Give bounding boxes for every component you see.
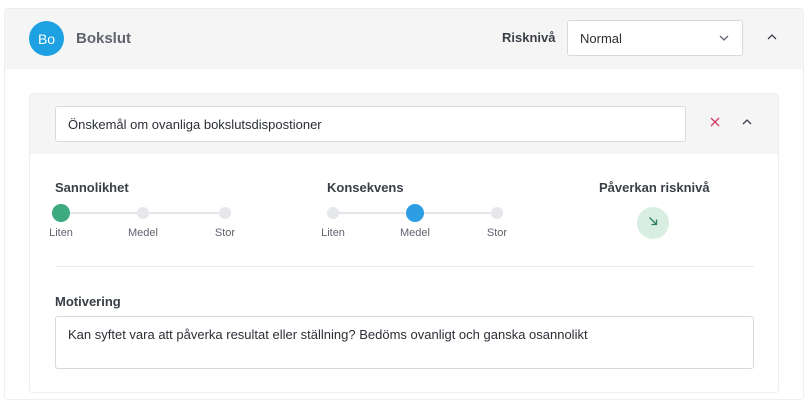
impact-indicator <box>637 207 669 239</box>
consequence-option-liten[interactable] <box>327 207 339 219</box>
divider <box>55 266 754 267</box>
risk-level-select[interactable]: Normal <box>567 20 743 56</box>
risk-level-value: Normal <box>580 30 622 46</box>
motivation-label: Motivering <box>55 294 121 309</box>
risk-item-header: Önskemål om ovanliga bokslutsdispostione… <box>30 94 778 154</box>
consequence-tick-medel: Medel <box>400 227 430 239</box>
likelihood-tick-stor: Stor <box>214 227 236 239</box>
risk-level-label: Risknivå <box>502 30 556 45</box>
consequence-slider[interactable]: Liten Medel Stor <box>321 200 507 239</box>
remove-risk-button[interactable] <box>707 115 723 131</box>
consequence-tick-liten: Liten <box>321 227 345 239</box>
risk-title-value: Önskemål om ovanliga bokslutsdispostione… <box>68 116 322 132</box>
section-title: Bokslut <box>76 30 132 47</box>
likelihood-option-medel[interactable] <box>137 207 149 219</box>
risk-item-card: Önskemål om ovanliga bokslutsdispostione… <box>29 93 779 393</box>
collapse-risk-button[interactable] <box>737 114 757 134</box>
risk-area-card: Bo Bokslut Risknivå Normal Önskemål om o… <box>4 8 804 400</box>
chevron-down-icon <box>718 32 730 44</box>
likelihood-slider[interactable]: Liten Medel Stor <box>49 200 235 239</box>
consequence-option-stor[interactable] <box>491 207 503 219</box>
likelihood-tick-liten: Liten <box>49 227 73 239</box>
risk-title-input[interactable]: Önskemål om ovanliga bokslutsdispostione… <box>55 106 686 142</box>
chevron-up-icon <box>741 115 753 133</box>
avatar: Bo <box>29 21 64 56</box>
likelihood-option-stor[interactable] <box>219 207 231 219</box>
motivation-value: Kan syftet vara att påverka resultat ell… <box>68 327 588 342</box>
motivation-textarea[interactable]: Kan syftet vara att påverka resultat ell… <box>55 316 754 369</box>
consequence-tick-stor: Stor <box>486 227 508 239</box>
likelihood-label: Sannolikhet <box>55 180 129 195</box>
close-icon <box>710 114 720 132</box>
arrow-down-right-icon <box>647 214 659 232</box>
likelihood-option-liten[interactable] <box>52 204 70 222</box>
consequence-label: Konsekvens <box>327 180 404 195</box>
consequence-option-medel[interactable] <box>406 204 424 222</box>
card-header: Bo Bokslut Risknivå Normal <box>5 9 803 69</box>
impact-label: Påverkan risknivå <box>599 180 710 195</box>
likelihood-tick-medel: Medel <box>128 227 158 239</box>
chevron-up-icon <box>766 30 778 48</box>
collapse-section-button[interactable] <box>762 29 782 49</box>
